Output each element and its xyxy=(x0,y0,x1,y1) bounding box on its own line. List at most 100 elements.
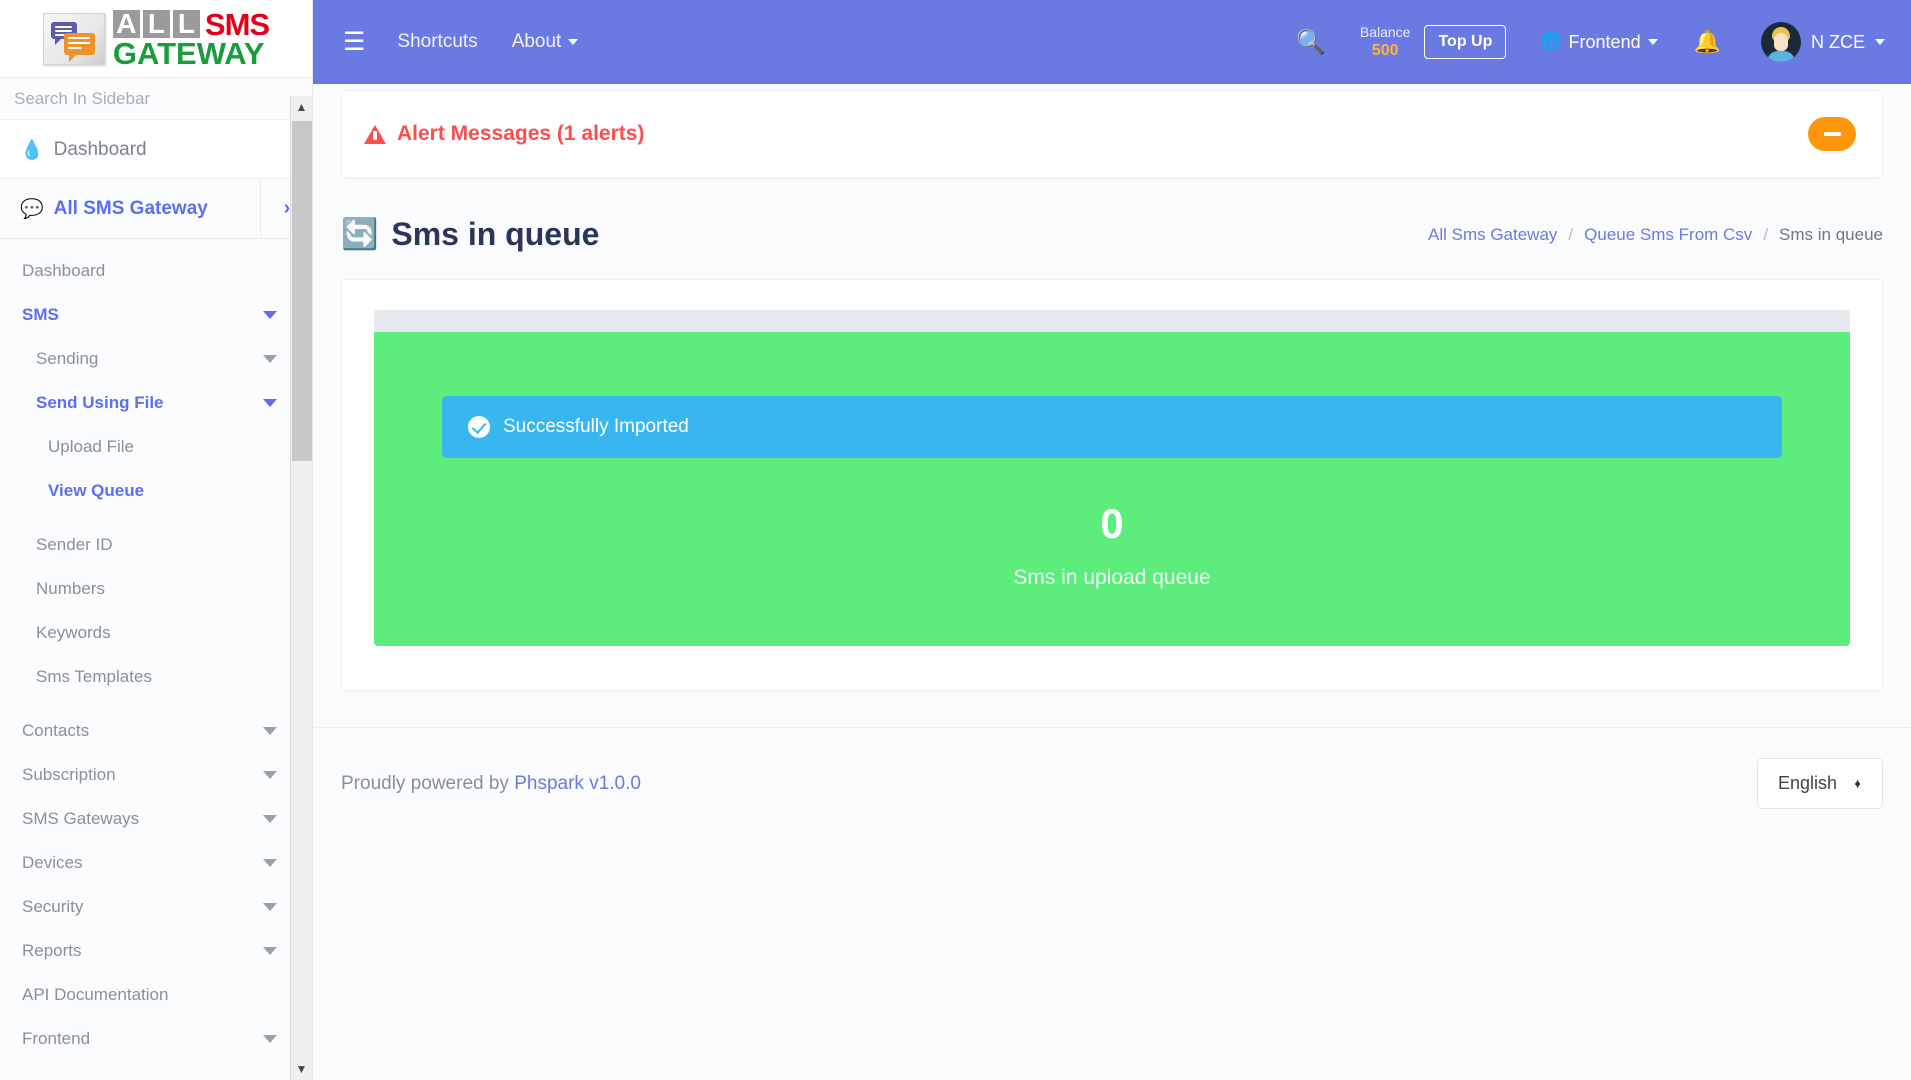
sidebar-item-sms-gateways[interactable]: SMS Gateways xyxy=(0,797,312,841)
top-up-button[interactable]: Top Up xyxy=(1424,25,1507,59)
scrollbar-thumb[interactable] xyxy=(292,121,312,461)
sidebar-item-api-documentation[interactable]: API Documentation xyxy=(0,973,312,1017)
chevron-down-icon xyxy=(568,39,579,45)
sidebar-item-label: Numbers xyxy=(36,579,105,598)
language-select[interactable]: English ▲ ▼ xyxy=(1757,758,1883,809)
sidebar-item-label: Subscription xyxy=(22,765,116,784)
sidebar-scroll-area: 💧 Dashboard 💬 All SMS Gateway › Dashboar… xyxy=(0,121,312,1080)
sidebar-item-dashboard-top[interactable]: 💧 Dashboard xyxy=(0,121,312,179)
sidebar-item-devices[interactable]: Devices xyxy=(0,841,312,885)
sidebar-item-label: Frontend xyxy=(22,1029,91,1048)
panel-top-strip xyxy=(374,310,1850,332)
breadcrumb-item-1[interactable]: Queue Sms From Csv xyxy=(1584,225,1752,245)
navbar-right-group: 🔍 Balance 500 Top Up 🌐 Frontend 🔔 N ZCE xyxy=(1296,22,1885,62)
scroll-down-arrow-icon[interactable]: ▼ xyxy=(291,1058,312,1080)
page-title-text: Sms in queue xyxy=(391,216,600,252)
sidebar-item-view-queue[interactable]: View Queue xyxy=(0,469,312,513)
sidebar-search-input[interactable] xyxy=(0,88,312,109)
sidebar-search[interactable] xyxy=(0,78,312,120)
chevron-down-icon[interactable] xyxy=(263,1035,277,1043)
sidebar-item-label: API Documentation xyxy=(22,985,169,1004)
logo-sms-text: SMS xyxy=(204,6,270,42)
brand-logo[interactable]: A L L SMS GATEWAY xyxy=(0,0,312,78)
user-menu[interactable]: N ZCE xyxy=(1761,22,1885,62)
page-title: 🔄 Sms in queue xyxy=(341,216,599,253)
sidebar-item-send-using-file[interactable]: Send Using File xyxy=(0,381,312,425)
sidebar-item-label: Upload File xyxy=(48,437,134,456)
logo-letter-l1: L xyxy=(142,10,170,38)
sidebar-item-sending[interactable]: Sending xyxy=(0,337,312,381)
sidebar: A L L SMS GATEWAY 💧 Dashboard 💬 All SMS … xyxy=(0,0,313,1080)
sidebar-item-label: Dashboard xyxy=(22,261,106,280)
breadcrumb-item-2: Sms in queue xyxy=(1779,224,1883,244)
sidebar-item-subscription[interactable]: Subscription xyxy=(0,753,312,797)
chevron-down-icon xyxy=(1647,39,1658,45)
success-alert-text: Successfully Imported xyxy=(503,416,689,437)
breadcrumb-separator: / xyxy=(1568,224,1574,244)
chat-icon: 💬 xyxy=(20,198,44,220)
queue-summary-card: Successfully Imported 0 Sms in upload qu… xyxy=(374,332,1850,646)
chevron-down-icon[interactable] xyxy=(263,815,277,823)
nav-shortcuts-label: Shortcuts xyxy=(397,31,478,52)
language-select-value: English xyxy=(1778,773,1838,793)
chevron-down-icon[interactable] xyxy=(263,903,277,911)
sidebar-item-label: Keywords xyxy=(36,623,111,642)
sidebar-item-upload-file[interactable]: Upload File xyxy=(0,425,312,469)
success-alert: Successfully Imported xyxy=(442,396,1782,458)
logo-letter-a: A xyxy=(112,10,140,38)
balance-display: Balance 500 xyxy=(1360,24,1411,60)
nav-shortcuts[interactable]: Shortcuts xyxy=(397,31,477,53)
footer: Proudly powered by Phspark v1.0.0 Englis… xyxy=(313,727,1911,809)
sidebar-group-label: All SMS Gateway xyxy=(53,197,208,219)
warning-triangle-icon xyxy=(364,124,386,144)
alert-collapse-button[interactable] xyxy=(1808,117,1856,151)
chevron-down-icon[interactable] xyxy=(263,947,277,955)
phspark-link[interactable]: Phspark v1.0.0 xyxy=(514,773,641,794)
chevron-down-icon[interactable] xyxy=(263,311,277,319)
queue-count-label: Sms in upload queue xyxy=(1013,566,1211,589)
chevron-down-icon[interactable] xyxy=(263,355,277,363)
sidebar-item-sms[interactable]: SMS xyxy=(0,293,312,337)
hamburger-icon[interactable]: ☰ xyxy=(343,29,365,55)
bell-icon[interactable]: 🔔 xyxy=(1694,29,1721,55)
sidebar-item-sms-templates[interactable]: Sms Templates xyxy=(0,655,312,699)
chevron-down-icon[interactable] xyxy=(263,399,277,407)
breadcrumb-item-0[interactable]: All Sms Gateway xyxy=(1428,225,1557,245)
alert-messages-label: Alert Messages (1 alerts) xyxy=(397,122,645,145)
chevron-down-icon[interactable] xyxy=(263,771,277,779)
page-header: 🔄 Sms in queue All Sms Gateway / Queue S… xyxy=(341,216,1883,253)
sidebar-item-label: SMS xyxy=(22,305,59,324)
globe-icon: 🌐 xyxy=(1540,32,1562,51)
chevron-down-icon[interactable] xyxy=(263,727,277,735)
sidebar-item-sender-id[interactable]: Sender ID xyxy=(0,523,312,567)
queue-count-value: 0 xyxy=(1100,500,1124,547)
sidebar-item-keywords[interactable]: Keywords xyxy=(0,611,312,655)
frontend-label: Frontend xyxy=(1568,31,1641,52)
sidebar-item-label: Send Using File xyxy=(36,393,164,412)
sidebar-scrollbar[interactable]: ▲ ▼ xyxy=(290,96,312,1080)
sidebar-item-frontend[interactable]: Frontend xyxy=(0,1017,312,1061)
alert-left-group: Alert Messages (1 alerts) xyxy=(364,122,644,146)
chevron-down-icon xyxy=(1875,39,1885,45)
sidebar-item-label: Security xyxy=(22,897,84,916)
search-icon[interactable]: 🔍 xyxy=(1296,28,1326,57)
sidebar-item-contacts[interactable]: Contacts xyxy=(0,709,312,753)
sidebar-item-reports[interactable]: Reports xyxy=(0,929,312,973)
logo-gateway-text: GATEWAY xyxy=(112,35,265,71)
scroll-up-arrow-icon[interactable]: ▲ xyxy=(291,96,312,118)
sidebar-item-label: Sms Templates xyxy=(36,667,152,686)
sidebar-item-security[interactable]: Security xyxy=(0,885,312,929)
sidebar-item-dashboard[interactable]: Dashboard xyxy=(0,249,312,293)
breadcrumb: All Sms Gateway / Queue Sms From Csv / S… xyxy=(1428,225,1883,245)
nav-about-label: About xyxy=(511,31,562,52)
frontend-dropdown[interactable]: 🌐 Frontend xyxy=(1540,31,1658,53)
sidebar-group-title[interactable]: 💬 All SMS Gateway xyxy=(0,179,261,238)
sidebar-item-label: Contacts xyxy=(22,721,90,740)
chevron-down-icon[interactable] xyxy=(263,859,277,867)
nav-about[interactable]: About xyxy=(512,31,579,53)
sidebar-item-label: SMS Gateways xyxy=(22,809,140,828)
sidebar-group-all-sms-gateway[interactable]: 💬 All SMS Gateway › xyxy=(0,179,312,239)
sidebar-item-numbers[interactable]: Numbers xyxy=(0,567,312,611)
top-navbar: ☰ Shortcuts About 🔍 Balance 500 Top Up 🌐… xyxy=(313,0,1911,84)
